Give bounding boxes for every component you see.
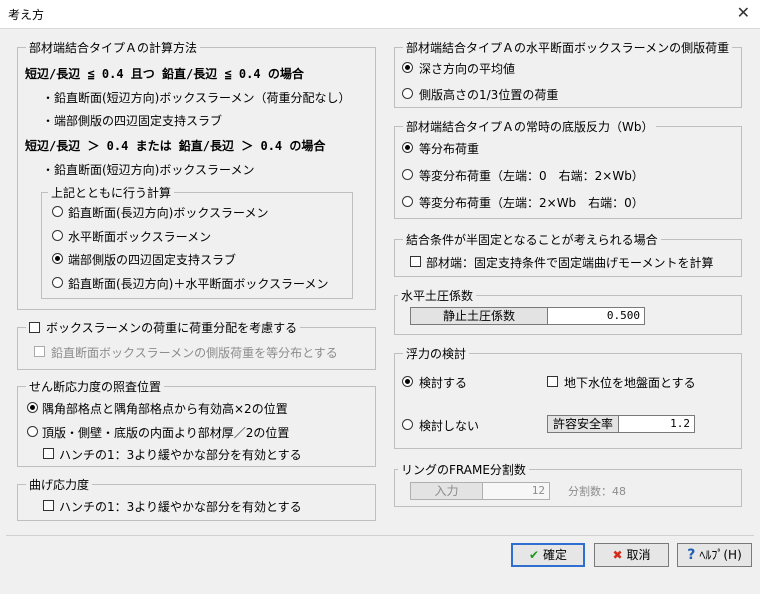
bottom-reaction-option-3[interactable]: 等変分布荷重（左端：2×Wb 右端：0） [419,194,644,211]
bending-haunch-checkbox[interactable] [43,500,54,511]
buoyancy-group [394,353,742,449]
load-distribution-label[interactable]: ボックスラーメンの荷重に荷重分配を考慮する [46,321,297,335]
cond2-text: 短辺/長辺 ＞ 0.4 または 鉛直/長辺 ＞ 0.4 の場合 [25,139,326,153]
safety-factor-input[interactable]: 1.2 [618,415,695,433]
bottom-reaction-radio-3[interactable] [402,196,413,207]
safety-factor-label: 許容安全率 [547,415,619,433]
at-rest-coefficient-label: 静止土圧係数 [410,307,548,325]
ring-frame-count: 分割数：48 [568,485,626,498]
with-calc-radio-3[interactable] [52,277,63,288]
buoyancy-label: 浮力の検討 [403,345,470,362]
ground-water-label[interactable]: 地下水位を地盤面とする [564,374,696,391]
semi-fixed-label: 結合条件が半固定となることが考えられる場合 [403,231,661,248]
shear-haunch-checkbox[interactable] [43,448,54,459]
cross-icon: ✖ [612,548,623,562]
ok-button[interactable]: ✔ 確定 [511,543,585,567]
side-load-radio-1[interactable] [402,62,413,73]
semi-fixed-checkbox[interactable] [410,256,421,267]
help-button[interactable]: ? ﾍﾙﾌﾟ(H) [677,543,752,567]
with-calc-radio-2[interactable] [52,253,63,264]
help-icon: ? [687,547,696,563]
cond1-text: 短辺/長辺 ≦ 0.4 且つ 鉛直/長辺 ≦ 0.4 の場合 [25,67,304,81]
calc-method-label: 部材端結合タイプＡの計算方法 [26,39,201,56]
at-rest-coefficient-input[interactable]: 0.500 [547,307,645,325]
shear-radio-1[interactable] [27,402,38,413]
ok-label: 確定 [543,548,568,562]
with-calc-option-1[interactable]: 水平断面ボックスラーメン [68,228,211,245]
bottom-reaction-option-2[interactable]: 等変分布荷重（左端：0 右端：2×Wb） [419,167,644,184]
ground-water-checkbox[interactable] [547,376,558,387]
bottom-reaction-radio-2[interactable] [402,169,413,180]
side-load-radio-2[interactable] [402,88,413,99]
cond1-item2: ・端部側版の四辺固定支持スラブ [42,114,223,128]
buoyancy-option-no[interactable]: 検討しない [419,417,479,434]
with-calc-label: 上記とともに行う計算 [48,184,175,201]
with-calc-option-0[interactable]: 鉛直断面(長辺方向)ボックスラーメン [68,204,269,221]
cancel-button[interactable]: ✖ 取消 [594,543,669,567]
bending-haunch-label[interactable]: ハンチの1：3より緩やかな部分を有効とする [59,498,302,515]
load-distribution-header: ボックスラーメンの荷重に荷重分配を考慮する [26,319,301,336]
check-icon: ✔ [528,548,540,562]
bottom-reaction-label: 部材端結合タイプＡの常時の底版反力（Wb） [403,118,657,135]
uniform-side-load-label[interactable]: 鉛直断面ボックスラーメンの側版荷重を等分布とする [51,344,338,361]
load-distribution-checkbox[interactable] [29,322,40,333]
uniform-side-load-checkbox[interactable] [34,346,45,357]
buoyancy-radio-no[interactable] [402,419,413,430]
bending-label: 曲げ応力度 [26,476,93,493]
bottom-reaction-radio-1[interactable] [402,142,413,153]
with-calc-radio-1[interactable] [52,230,63,241]
earth-pressure-label: 水平土圧係数 [398,287,477,304]
shear-option-1[interactable]: 隅角部格点と隅角部格点から有効高×2の位置 [42,400,288,417]
ring-frame-input-label: 入力 [410,482,483,500]
bottom-reaction-option-1[interactable]: 等分布荷重 [419,140,479,157]
title-bar: 考え方 ✕ [0,0,760,29]
cond2-item1: ・鉛直断面(短辺方向)ボックスラーメン [42,163,255,177]
shear-label: せん断応力度の照査位置 [26,378,165,395]
semi-fixed-check-label[interactable]: 部材端：固定支持条件で固定端曲げモーメントを計算 [426,254,714,271]
window-title: 考え方 [8,8,45,22]
cond1-item1: ・鉛直断面(短辺方向)ボックスラーメン（荷重分配なし） [42,91,351,105]
with-calc-radio-0[interactable] [52,206,63,217]
shear-option-2[interactable]: 頂版・側壁・底版の内面より部材厚／2の位置 [42,424,289,441]
cancel-label: 取消 [626,548,651,562]
ring-frame-label: リングのFRAME分割数 [398,461,529,478]
side-load-option-2[interactable]: 側版高さの1/3位置の荷重 [419,86,558,103]
shear-haunch-label[interactable]: ハンチの1：3より緩やかな部分を有効とする [59,446,302,463]
buoyancy-option-yes[interactable]: 検討する [419,374,467,391]
button-divider [6,535,754,536]
shear-radio-2[interactable] [27,426,38,437]
side-load-label: 部材端結合タイプＡの水平断面ボックスラーメンの側版荷重 [403,39,733,56]
help-label: ﾍﾙﾌﾟ(H) [699,548,742,562]
with-calc-option-3[interactable]: 鉛直断面(長辺方向)＋水平断面ボックスラーメン [68,275,329,292]
with-calc-option-2[interactable]: 端部側版の四辺固定支持スラブ [68,251,236,268]
buoyancy-radio-yes[interactable] [402,376,413,387]
side-load-option-1[interactable]: 深さ方向の平均値 [419,60,515,77]
close-icon[interactable]: ✕ [737,3,750,22]
ring-frame-input[interactable]: 12 [482,482,550,500]
